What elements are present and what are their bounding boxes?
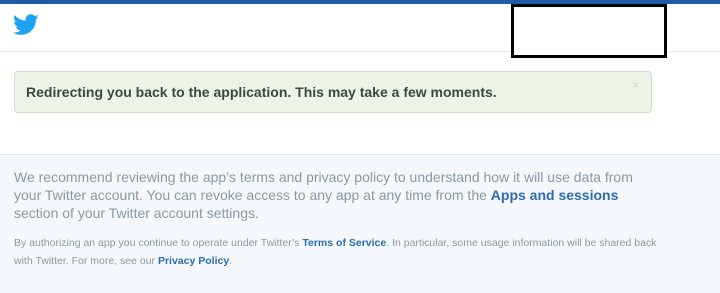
close-icon[interactable]: ×: [632, 78, 639, 92]
terms-notice-text: By authorizing an app you continue to op…: [14, 234, 664, 270]
alert-message: Redirecting you back to the application.…: [26, 84, 497, 100]
twitter-bird-icon[interactable]: [13, 14, 39, 36]
privacy-policy-link[interactable]: Privacy Policy: [158, 255, 229, 267]
terms-text-before: By authorizing an app you continue to op…: [14, 237, 300, 249]
recommendation-text-after: section of your Twitter account settings…: [14, 205, 259, 221]
terms-of-service-link[interactable]: Terms of Service: [302, 237, 386, 249]
redirect-alert: Redirecting you back to the application.…: [14, 71, 652, 113]
apps-and-sessions-link[interactable]: Apps and sessions: [491, 187, 619, 203]
footer: We recommend reviewing the app’s terms a…: [0, 154, 720, 293]
terms-text-after: .: [229, 255, 233, 267]
redacted-region: [511, 4, 667, 58]
privacy-recommendation-text: We recommend reviewing the app’s terms a…: [14, 168, 654, 222]
